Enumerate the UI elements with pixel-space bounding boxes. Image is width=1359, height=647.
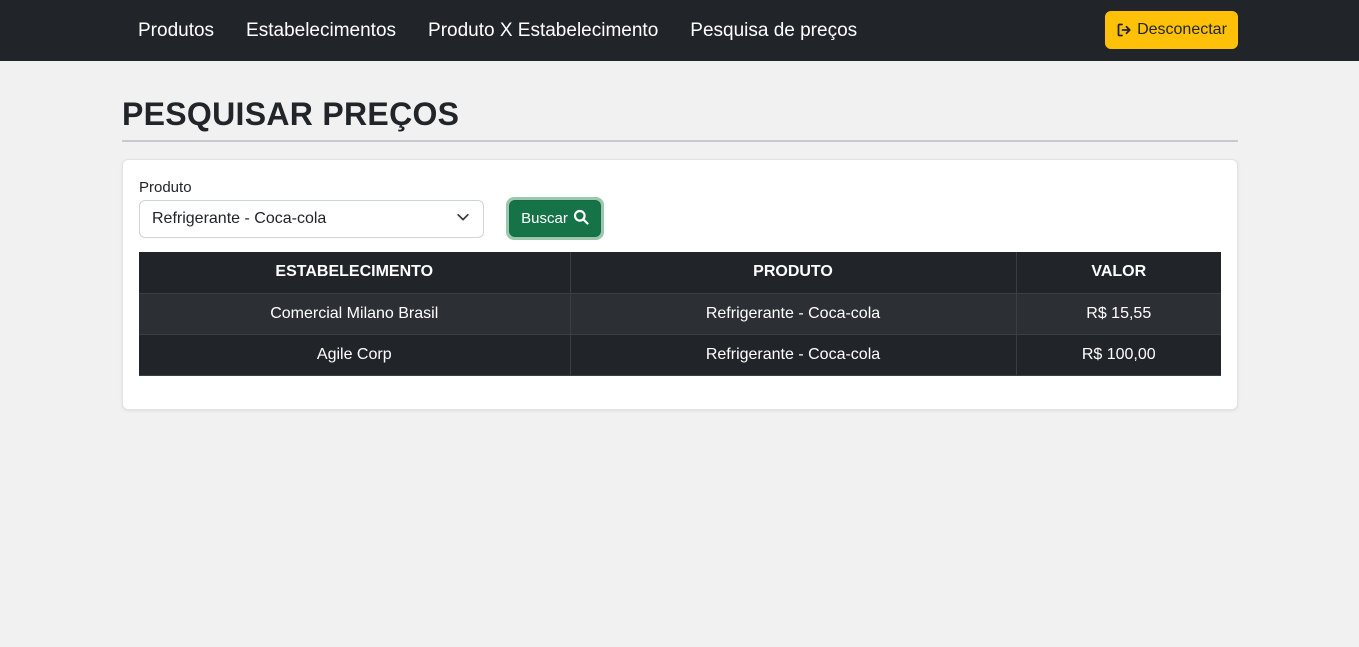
product-select-value: Refrigerante - Coca-cola xyxy=(152,210,327,227)
nav-link-produto-x-estabelecimento[interactable]: Produto X Estabelecimento xyxy=(412,20,674,42)
logout-label: Desconectar xyxy=(1137,21,1227,38)
cell-produto: Refrigerante - Coca-cola xyxy=(570,293,1017,335)
prices-table-body: Comercial Milano Brasil Refrigerante - C… xyxy=(139,293,1221,376)
product-field-group: Produto Refrigerante - Coca-cola xyxy=(139,179,484,238)
header-estabelecimento: ESTABELECIMENTO xyxy=(139,252,571,294)
cell-estabelecimento: Agile Corp xyxy=(139,334,571,376)
nav-links: Produtos Estabelecimentos Produto X Esta… xyxy=(122,0,873,61)
search-form: Produto Refrigerante - Coca-cola Buscar xyxy=(139,179,1221,240)
table-row: Comercial Milano Brasil Refrigerante - C… xyxy=(139,293,1221,335)
header-produto: PRODUTO xyxy=(570,252,1017,294)
logout-button[interactable]: Desconectar xyxy=(1105,11,1238,49)
nav-link-pesquisa-de-precos[interactable]: Pesquisa de preços xyxy=(674,20,873,42)
sign-out-icon xyxy=(1116,22,1132,38)
cell-estabelecimento: Comercial Milano Brasil xyxy=(139,293,571,335)
nav-link-estabelecimentos[interactable]: Estabelecimentos xyxy=(230,20,412,42)
product-select[interactable]: Refrigerante - Coca-cola xyxy=(139,200,484,238)
top-navbar: Produtos Estabelecimentos Produto X Esta… xyxy=(0,0,1359,61)
header-valor: VALOR xyxy=(1016,252,1221,294)
cell-valor: R$ 15,55 xyxy=(1016,293,1221,335)
search-icon xyxy=(573,209,589,229)
page-title: PESQUISAR PREÇOS xyxy=(122,95,1238,142)
chevron-down-icon xyxy=(456,210,470,229)
main-content: PESQUISAR PREÇOS Produto Refrigerante - … xyxy=(122,61,1238,410)
nav-link-produtos[interactable]: Produtos xyxy=(122,20,230,42)
table-row: Agile Corp Refrigerante - Coca-cola R$ 1… xyxy=(139,334,1221,376)
search-button-label: Buscar xyxy=(521,210,568,227)
search-button[interactable]: Buscar xyxy=(509,200,601,237)
product-label: Produto xyxy=(139,179,192,196)
search-card: Produto Refrigerante - Coca-cola Buscar xyxy=(122,159,1238,410)
prices-table: ESTABELECIMENTO PRODUTO VALOR Comercial … xyxy=(139,252,1221,376)
cell-produto: Refrigerante - Coca-cola xyxy=(570,334,1017,376)
search-button-focus-ring: Buscar xyxy=(506,197,604,240)
cell-valor: R$ 100,00 xyxy=(1016,334,1221,376)
prices-table-header: ESTABELECIMENTO PRODUTO VALOR xyxy=(139,252,1221,294)
